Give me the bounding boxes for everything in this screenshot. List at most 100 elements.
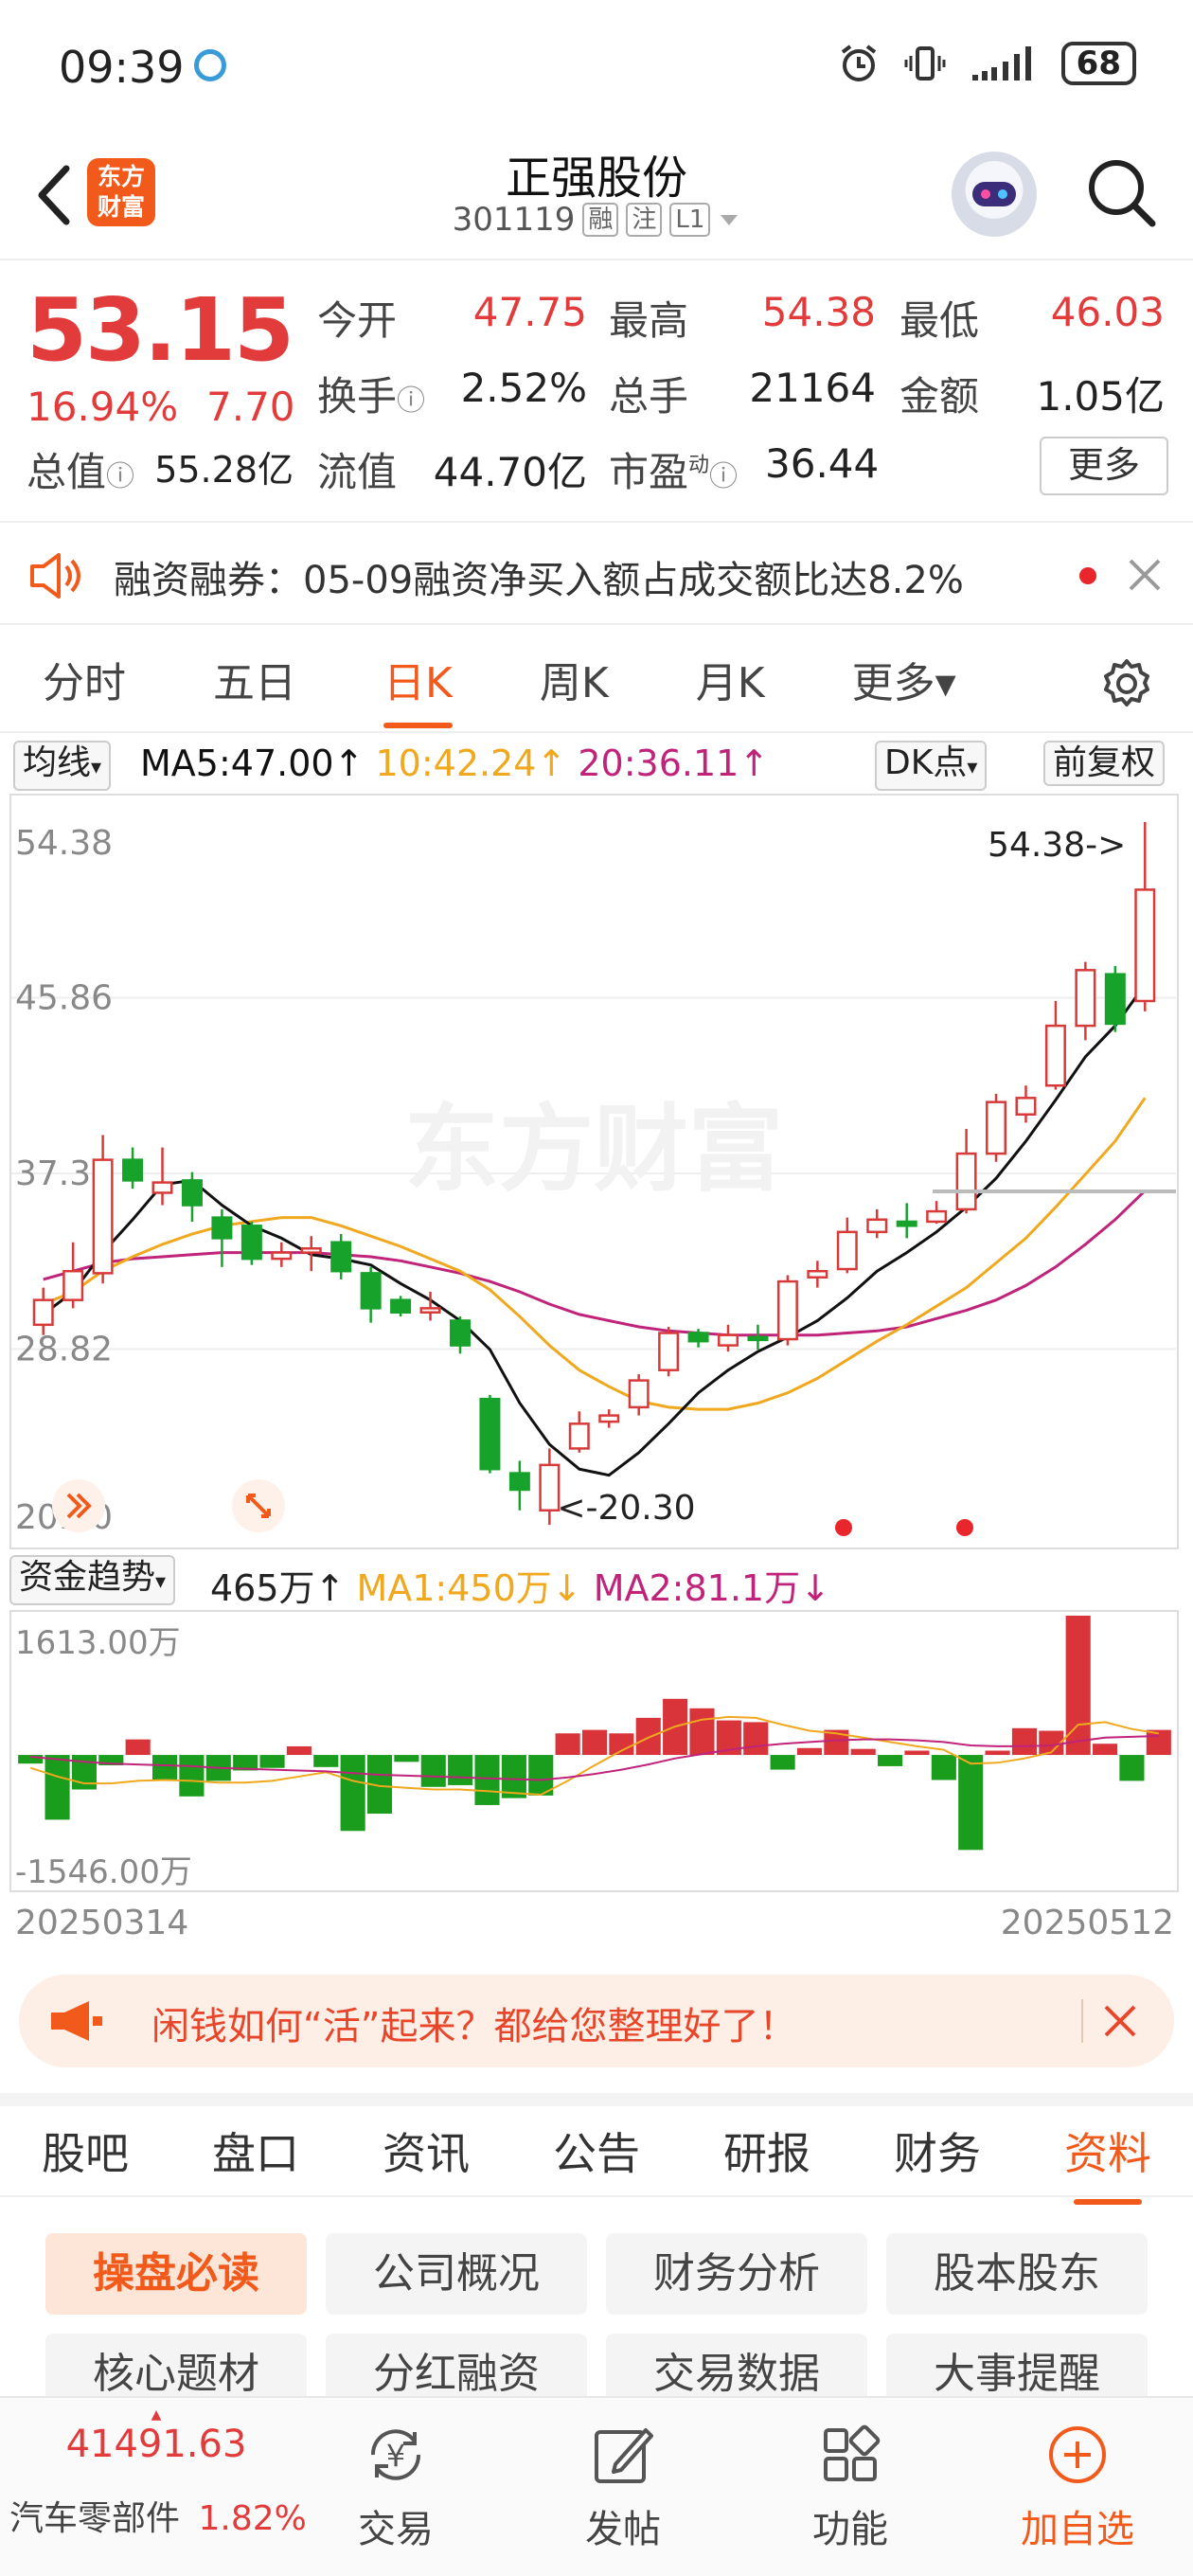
subtab-company-overview[interactable]: 公司概况 xyxy=(326,2233,587,2315)
fund-ma2: MA2:81.1万↓ xyxy=(593,1567,830,1609)
watermark: 东方财富 xyxy=(404,1094,783,1205)
alarm-icon xyxy=(841,45,876,81)
ma5-value: MA5:47.00↑ xyxy=(140,742,365,784)
nav-post[interactable]: 发帖 xyxy=(547,2417,699,2553)
ma-selector[interactable]: 均线▾ xyxy=(13,741,112,791)
candle xyxy=(776,1275,798,1346)
fullscreen-icon[interactable] xyxy=(232,1479,285,1532)
assistant-robot-icon[interactable] xyxy=(952,152,1037,237)
max-price-label: 54.38-> xyxy=(988,826,1126,865)
nav-add-watchlist[interactable]: 加自选 xyxy=(1002,2417,1153,2553)
up-triangle-icon: ▲ xyxy=(151,2407,162,2423)
signal-dot[interactable] xyxy=(956,1519,973,1536)
candle-body xyxy=(1075,969,1096,1028)
tab-five-day[interactable]: 五日 xyxy=(213,649,296,709)
ma-selector-label: 均线 xyxy=(23,743,92,782)
tab-announcements[interactable]: 公告 xyxy=(553,2120,640,2182)
fund-bar xyxy=(125,1739,151,1756)
market-cap-value: 55.28亿 xyxy=(154,449,294,491)
unread-dot xyxy=(1079,567,1096,584)
candle-body xyxy=(151,1181,173,1194)
subtab-must-read[interactable]: 操盘必读 xyxy=(45,2233,307,2315)
ma-values: MA5:47.00↑ 10:42.24↑ 20:36.11↑ xyxy=(140,742,769,784)
more-button[interactable]: 更多 xyxy=(1040,437,1168,495)
signal-dot[interactable] xyxy=(835,1519,852,1536)
expand-chart-icon[interactable] xyxy=(52,1479,105,1532)
tab-profile[interactable]: 资料 xyxy=(1064,2120,1151,2205)
tab-research[interactable]: 研报 xyxy=(723,2120,810,2182)
caret-down-icon: ▾ xyxy=(155,1570,167,1594)
news-ticker[interactable]: 融资融券：05-09融资净买入额占成交额比达8.2% xyxy=(0,521,1193,625)
fund-trend-selector[interactable]: 资金趋势▾ xyxy=(9,1555,176,1605)
fund-bar xyxy=(448,1755,473,1785)
candle xyxy=(390,1296,412,1317)
subtab-shareholders[interactable]: 股本股东 xyxy=(886,2233,1148,2315)
fund-bar xyxy=(474,1755,500,1805)
speaker-icon xyxy=(30,553,80,599)
fund-flow-chart[interactable]: 1613.00万 -1546.00万 20250314 20250512 xyxy=(9,1610,1179,1951)
tab-news[interactable]: 资讯 xyxy=(383,2120,470,2182)
tab-order-book[interactable]: 盘口 xyxy=(212,2120,299,2182)
subtab-financial-analysis[interactable]: 财务分析 xyxy=(606,2233,867,2315)
nav-trade-label: 交易 xyxy=(358,2508,434,2551)
dk-point-label: DK点 xyxy=(884,743,968,782)
candle-body xyxy=(330,1241,352,1273)
sector-index-widget[interactable]: ▲ 41491.63 汽车零部件 1.82% xyxy=(0,2407,312,2538)
tab-monthly-k[interactable]: 月K xyxy=(696,649,765,709)
low-value: 46.03 xyxy=(1050,289,1165,335)
promo-banner[interactable]: 闲钱如何“活”起来？都给您整理好了！ xyxy=(19,1975,1174,2067)
candle-body xyxy=(32,1298,54,1327)
fund-y-max: 1613.00万 xyxy=(15,1624,181,1662)
candle-body xyxy=(1104,973,1126,1026)
info-icon[interactable]: ⓘ xyxy=(709,460,738,493)
close-icon[interactable] xyxy=(1125,555,1165,595)
nav-functions[interactable]: 功能 xyxy=(775,2417,926,2553)
adjust-selector[interactable]: 前复权 xyxy=(1043,741,1166,786)
fund-bar xyxy=(743,1722,769,1756)
fund-y-min: -1546.00万 xyxy=(15,1853,192,1891)
fund-bar xyxy=(340,1755,365,1832)
index-value: 41491.63 xyxy=(65,2423,247,2466)
fund-bar xyxy=(581,1729,608,1756)
dk-point-selector[interactable]: DK点▾ xyxy=(875,741,988,791)
candle-body xyxy=(1015,1097,1037,1116)
fund-bar xyxy=(179,1755,205,1797)
float-cap-value: 44.70亿 xyxy=(433,449,587,495)
y-tick-label: 28.82 xyxy=(15,1331,113,1369)
ticker-text: 融资融券：05-09融资净买入额占成交额比达8.2% xyxy=(114,559,964,602)
change-percent: 16.94% xyxy=(27,384,179,430)
stock-header: 东方 财富 正强股份 301119 融 注 L1 xyxy=(0,133,1193,260)
settings-gear-icon[interactable] xyxy=(1098,655,1155,712)
nav-functions-label: 功能 xyxy=(812,2508,888,2551)
tab-weekly-k[interactable]: 周K xyxy=(540,649,609,709)
nav-trade[interactable]: ¥ 交易 xyxy=(320,2417,472,2553)
close-icon[interactable] xyxy=(1100,2001,1140,2041)
turnover-label-text: 换手 xyxy=(317,373,398,420)
fund-bar xyxy=(931,1755,956,1780)
divider xyxy=(1081,1999,1083,2043)
fund-bar xyxy=(770,1755,795,1770)
candle-body xyxy=(300,1247,322,1254)
tab-more[interactable]: 更多▾ xyxy=(852,649,956,709)
candlestick-chart[interactable]: 东方财富 54.3845.8637.3428.8220.30 54.38-><-… xyxy=(9,794,1179,1549)
amount-value: 1.05亿 xyxy=(1036,373,1165,420)
open-value: 47.75 xyxy=(472,289,587,335)
fund-bar xyxy=(286,1745,312,1756)
candle-body xyxy=(539,1463,561,1512)
tab-forum[interactable]: 股吧 xyxy=(42,2120,129,2182)
info-icon[interactable]: ⓘ xyxy=(106,460,134,493)
tab-financials[interactable]: 财务 xyxy=(894,2120,981,2182)
market-cap-label: 总值ⓘ xyxy=(27,440,134,498)
fund-bar xyxy=(904,1750,930,1756)
search-icon[interactable] xyxy=(1084,155,1160,231)
fund-bar xyxy=(420,1755,446,1787)
tab-daily-k[interactable]: 日K xyxy=(383,649,453,728)
signal-icon xyxy=(971,46,1031,80)
tab-intraday[interactable]: 分时 xyxy=(43,649,126,709)
info-tabs: 股吧 盘口 资讯 公告 研报 财务 资料 xyxy=(0,2093,1193,2205)
caret-down-icon[interactable] xyxy=(718,208,740,231)
index-caption: 汽车零部件 1.82% xyxy=(9,2491,307,2540)
candle-body xyxy=(747,1335,769,1342)
candle-body xyxy=(955,1152,977,1211)
candle-body xyxy=(360,1272,382,1310)
